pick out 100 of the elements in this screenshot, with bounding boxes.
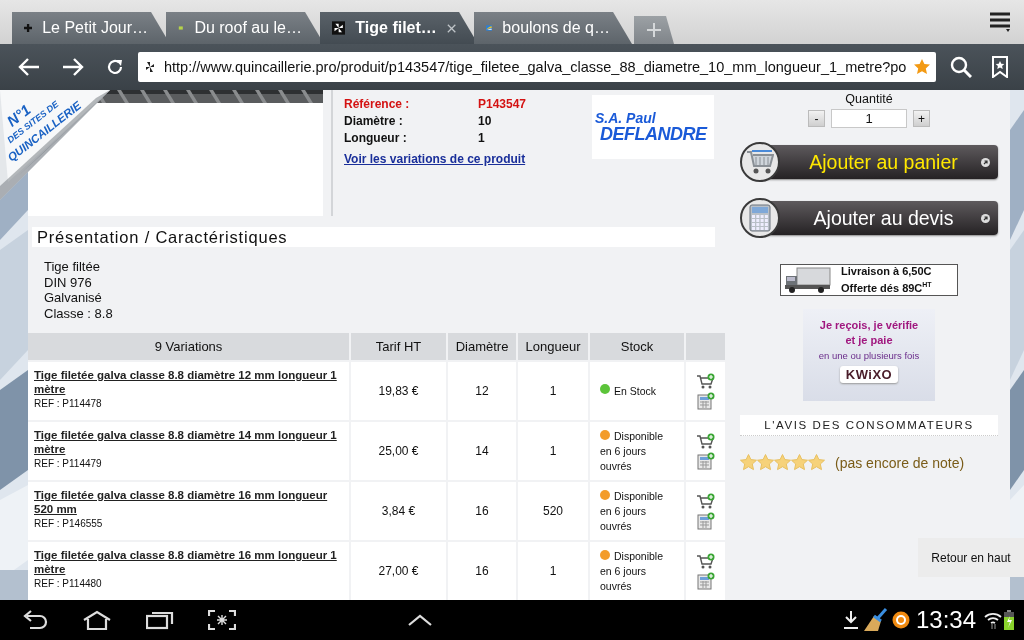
cart-plus-icon[interactable] (696, 432, 715, 449)
back-icon[interactable] (18, 57, 40, 77)
star-icon (808, 454, 825, 471)
star-icon (740, 454, 757, 471)
description-line: Galvanisé (44, 290, 103, 306)
delivery-text: Offerte dés 89C$^{HT}$ (841, 280, 932, 295)
clock: 13:34 (915, 606, 976, 634)
rating-note: (pas encore de note) (835, 454, 965, 471)
plus-icon (24, 21, 33, 35)
table-cell: 520 (518, 482, 588, 540)
bookmark-icon[interactable] (992, 56, 1008, 78)
table-cell: 1 (518, 362, 588, 420)
calculator-plus-icon[interactable] (696, 391, 715, 410)
cart-icon (746, 149, 774, 175)
arrow-icon (981, 213, 990, 223)
calculator-plus-icon[interactable] (696, 511, 715, 530)
reload-icon[interactable] (106, 58, 124, 76)
product-link[interactable]: Tige filetée galva classe 8.8 diamètre 14 mm longueur 1 mètre (34, 428, 338, 456)
calculator-icon (749, 204, 771, 232)
column-header: Diamètre (448, 333, 516, 360)
cart-plus-icon[interactable] (696, 552, 715, 569)
stock-status: En Stock (614, 383, 657, 399)
decrease-button[interactable]: - (808, 110, 825, 127)
star-icon (757, 454, 774, 471)
new-tab-button[interactable] (634, 16, 674, 44)
delivery-text: Livraison à 6,50C (841, 265, 932, 279)
brand-logo: S.A. Paul DEFLANDRE (592, 95, 714, 159)
menu-icon[interactable] (990, 12, 1012, 32)
star-icon (791, 454, 808, 471)
plus-icon (646, 22, 662, 38)
stock-status: Disponible en 6 jours ouvrés (600, 549, 665, 594)
brand-logo: KWiXO (839, 366, 899, 383)
table-cell: 14 (448, 422, 516, 480)
back-icon[interactable] (22, 610, 48, 630)
reference-text: REF : P146555 (34, 518, 103, 529)
star-icon (774, 454, 791, 471)
price-cell: 25,00 € (351, 422, 446, 480)
stock-status: Disponible en 6 jours ouvrés (600, 489, 665, 534)
product-link[interactable]: Tige filetée galva classe 8.8 diamètre 12 mm longueur 1 mètre (34, 368, 338, 396)
quantity-field[interactable]: 1 (831, 109, 907, 128)
price-cell: 27,00 € (351, 542, 446, 600)
spec-label: Référence : (344, 97, 411, 111)
home-icon[interactable] (82, 610, 112, 630)
spec-value: 1 (478, 131, 486, 145)
cart-plus-icon[interactable] (696, 372, 715, 389)
forward-icon[interactable] (62, 57, 84, 77)
stock-status: Disponible en 6 jours ouvrés (600, 429, 665, 474)
spec-label: Diamètre : (344, 114, 404, 128)
screenshot-icon[interactable] (208, 610, 236, 630)
reference-text: REF : P114479 (34, 458, 102, 469)
description-line: DIN 976 (44, 274, 93, 290)
product-link[interactable]: Tige filetée galva classe 8.8 diamètre 16 mm longueur 1 mètre (34, 548, 338, 576)
table-cell: 16 (448, 542, 516, 600)
product-link[interactable]: Tige filetée galva classe 8.8 diamètre 16 mm longueur 520 mm (34, 488, 338, 516)
reference-text: REF : P114480 (34, 578, 102, 589)
search-icon[interactable] (950, 56, 972, 78)
increase-button[interactable]: + (913, 110, 930, 127)
calculator-plus-icon[interactable] (696, 451, 715, 470)
quantity-label: Quantité (845, 92, 893, 106)
banner-text: et je paie (845, 333, 893, 348)
description-line: Classe : 8.8 (44, 305, 114, 321)
column-header: Longueur (518, 333, 588, 360)
wifi-icon (984, 611, 1002, 629)
table-header-cell (686, 333, 725, 360)
star-icon[interactable] (914, 59, 930, 75)
pinwheel-icon (332, 20, 346, 36)
battery-icon (1004, 610, 1014, 630)
description-line: Tige filtée (44, 259, 101, 275)
recent-apps-icon[interactable] (146, 610, 174, 630)
caret-icon[interactable] (407, 614, 432, 626)
download-icon (843, 611, 858, 629)
calculator-plus-icon[interactable] (696, 571, 715, 590)
variations-link[interactable]: Voir les variations de ce produit (344, 152, 526, 166)
banner-text: en une ou plusieurs fois (818, 349, 920, 363)
cart-plus-icon[interactable] (696, 492, 715, 509)
price-cell: 19,83 € (351, 362, 446, 420)
section-title: Présentation / Caractéristiques (32, 227, 715, 247)
table-cell: 1 (518, 422, 588, 480)
table-cell: 16 (448, 482, 516, 540)
broom-icon (863, 608, 888, 632)
close-icon[interactable] (446, 22, 456, 34)
table-cell: 1 (518, 542, 588, 600)
browser-tab[interactable]: boulons de q… (474, 12, 632, 44)
spec-label: Longueur : (344, 131, 408, 145)
circle-icon (891, 611, 910, 629)
pinwheel-icon (144, 61, 156, 73)
table-cell: 12 (448, 362, 516, 420)
banner-text: Je reçois, je vérifie (819, 318, 919, 333)
arrow-icon (981, 157, 990, 167)
reviews-title: L'AVIS DES CONSOMMATEURS (740, 415, 998, 436)
reference-text: REF : P114478 (34, 398, 102, 409)
column-header: Tarif HT (351, 333, 446, 360)
spec-value: P143547 (478, 97, 528, 111)
column-header: Stock (590, 333, 684, 360)
column-header: 9 Variations (28, 333, 349, 360)
spec-value: 10 (478, 114, 493, 128)
truck-icon (785, 267, 831, 293)
back-to-top-button[interactable]: Retour en haut (918, 538, 1024, 577)
url-field[interactable]: http://www.quincaillerie.pro/produit/p143547/tige_filetee_galva_classe_88_diametre_10_mm_longueur_1_metre?po (138, 52, 936, 82)
price-cell: 3,84 € (351, 482, 446, 540)
